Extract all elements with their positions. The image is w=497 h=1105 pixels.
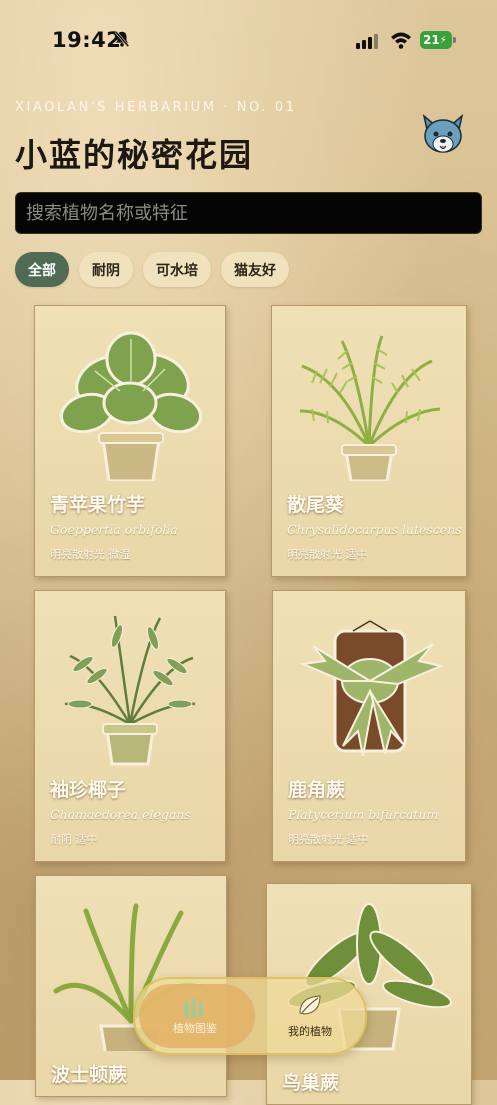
leaf-icon	[299, 995, 321, 1015]
encyclopedia-icon	[184, 998, 203, 1018]
plant-latin-name: Chamaedorea elegans	[50, 807, 191, 822]
signal-icon	[356, 34, 378, 49]
filter-chips: 全部 耐阴 可水培 猫友好	[15, 252, 289, 287]
tab-bar: 植物图鉴 我的植物	[133, 977, 367, 1055]
plant-tags: 明亮散射光 适中	[288, 833, 369, 846]
areca-palm-icon	[299, 335, 441, 481]
tab-plant-encyclopedia[interactable]: 植物图鉴	[135, 979, 255, 1053]
plant-latin-name: Chrysalidocarpus lutescens	[287, 522, 462, 537]
plant-card[interactable]: 散尾葵 Chrysalidocarpus lutescens 明亮散射光 适中	[271, 305, 467, 577]
plant-tags: 明亮散射光 微湿	[50, 548, 131, 561]
filter-chip-cat-friendly[interactable]: 猫友好	[221, 252, 289, 287]
plant-tags: 耐阴 适中	[50, 833, 98, 846]
status-bar: 19:42 21 ⚡	[0, 0, 497, 72]
filter-chip-hydroponic[interactable]: 可水培	[143, 252, 211, 287]
staghorn-fern-icon	[299, 620, 445, 757]
bell-muted-icon	[114, 30, 130, 48]
tab-label: 植物图鉴	[173, 1022, 217, 1035]
plant-name: 鸟巢蕨	[282, 1072, 340, 1094]
plant-name: 青苹果竹芋	[50, 494, 146, 516]
wolf-avatar-icon[interactable]	[418, 112, 468, 160]
status-time: 19:42	[52, 28, 122, 52]
plant-card[interactable]: 袖珍椰子 Chamaedorea elegans 耐阴 适中	[34, 590, 226, 862]
plant-latin-name: Goeppertia orbifolia	[50, 522, 178, 537]
battery-level: 21	[423, 33, 440, 47]
tab-label: 我的植物	[288, 1025, 332, 1038]
filter-chip-all[interactable]: 全部	[15, 252, 69, 287]
plant-name: 波士顿蕨	[51, 1064, 128, 1086]
plant-tags: 明亮散射光 适中	[287, 548, 368, 561]
filter-chip-shade[interactable]: 耐阴	[79, 252, 133, 287]
tab-my-plants[interactable]: 我的植物	[255, 979, 365, 1053]
plant-name: 散尾葵	[287, 494, 345, 516]
plant-card[interactable]: 鹿角蕨 Platycerium bifurcatum 明亮散射光 适中	[272, 590, 466, 862]
wifi-icon	[391, 32, 411, 49]
battery-icon: 21 ⚡	[420, 31, 456, 49]
header-subtitle: XIAOLAN'S HERBARIUM · NO. 01	[15, 100, 297, 115]
parlor-palm-icon	[64, 615, 196, 766]
search-box[interactable]	[15, 192, 482, 234]
page-title: 小蓝的秘密花园	[15, 136, 254, 174]
plant-name: 鹿角蕨	[288, 779, 346, 801]
plant-name: 袖珍椰子	[50, 779, 127, 801]
search-input[interactable]	[16, 193, 481, 233]
plant-latin-name: Platycerium bifurcatum	[288, 807, 439, 822]
plant-card[interactable]: 青苹果竹芋 Goeppertia orbifolia 明亮散射光 微湿	[34, 305, 226, 577]
calathea-plant-icon	[59, 331, 203, 481]
